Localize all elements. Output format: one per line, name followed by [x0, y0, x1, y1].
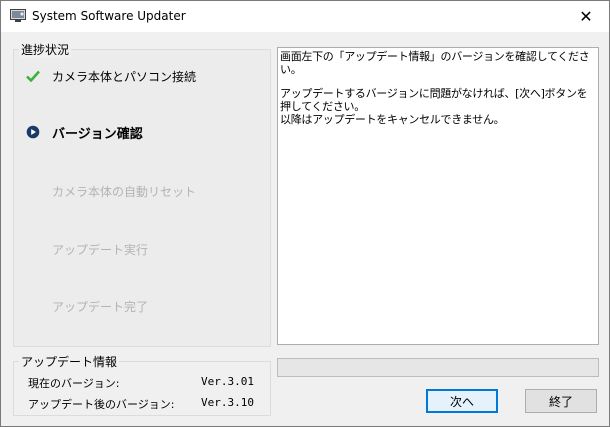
- check-icon: [25, 68, 41, 84]
- update-progress-bar: [277, 358, 599, 377]
- step-label: アップデート実行: [52, 242, 149, 257]
- next-button[interactable]: 次へ: [426, 389, 498, 413]
- step-label: アップデート完了: [52, 299, 149, 314]
- step-label: カメラ本体とパソコン接続: [52, 69, 197, 84]
- step-label: バージョン確認: [52, 126, 143, 142]
- app-icon: [10, 9, 26, 22]
- message-line-1: 画面左下の「アップデート情報」のバージョンを確認してください。: [280, 50, 590, 76]
- window-title: System Software Updater: [32, 9, 186, 23]
- title-bar: System Software Updater ✕: [1, 1, 609, 32]
- message-line-3: 以降はアップデートをキャンセルできません。: [280, 113, 505, 126]
- after-version-label: アップデート後のバージョン:: [28, 398, 175, 411]
- exit-button[interactable]: 終了: [525, 389, 597, 413]
- after-version-value: Ver.3.10: [201, 396, 254, 409]
- current-version-label: 現在のバージョン:: [28, 377, 120, 390]
- step-label: カメラ本体の自動リセット: [52, 184, 197, 199]
- message-box: 画面左下の「アップデート情報」のバージョンを確認してください。 アップデートする…: [277, 47, 599, 345]
- message-line-2: アップデートするバージョンに問題がなければ、[次へ]ボタンを押してください。: [280, 87, 588, 113]
- current-version-value: Ver.3.01: [201, 375, 254, 388]
- update-info-label: アップデート情報: [19, 353, 120, 370]
- close-icon: ✕: [579, 7, 593, 26]
- close-button[interactable]: ✕: [563, 1, 609, 32]
- progress-group-label: 進捗状況: [19, 41, 72, 58]
- updater-window: System Software Updater ✕ 進捗状況 カメラ本体とパソコ…: [0, 0, 610, 427]
- play-circle-icon: [25, 124, 41, 140]
